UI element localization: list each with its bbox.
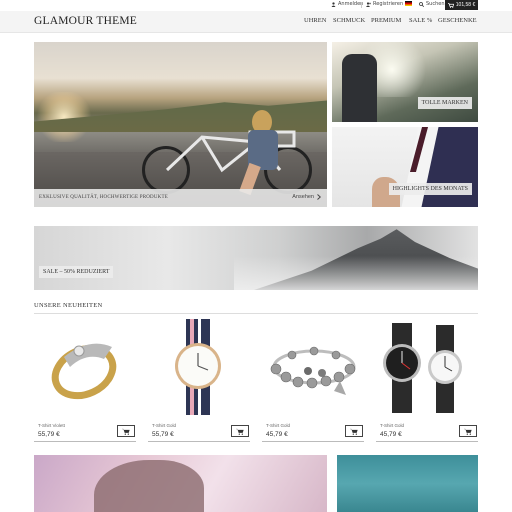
product-name: T-Shirt Gold [266, 423, 291, 428]
hero-rider-image [234, 102, 294, 197]
search-link[interactable]: Suchen [419, 1, 445, 7]
divider [148, 441, 250, 442]
product-card[interactable]: T-Shirt Violett 55,79 € [34, 317, 136, 443]
product-card[interactable]: T-Shirt Gold 45,79 € [262, 317, 364, 443]
register-label: Registrieren [373, 1, 404, 7]
language-selector[interactable] [405, 1, 412, 6]
product-price: 45,79 € [266, 431, 288, 438]
hero-caption-text: EXKLUSIVE QUALITÄT, HOCHWERTIGE PRODUKTE [39, 195, 168, 200]
add-to-cart-button[interactable] [117, 425, 135, 437]
bottom-teaser-left-image [94, 460, 204, 512]
cart-icon [236, 428, 244, 435]
product-image-gold-ring [51, 343, 117, 400]
nav-item-geschenke[interactable]: GESCHENKE [438, 17, 477, 24]
product-price: 45,79 € [380, 431, 402, 438]
search-icon [419, 1, 424, 7]
divider [262, 441, 364, 442]
cart-icon [447, 2, 454, 8]
germany-flag-icon [405, 1, 412, 6]
site-header: GLAMOUR THEME UHREN SCHMUCK PREMIUM SALE… [0, 11, 512, 33]
cart-icon [464, 428, 472, 435]
highlights-tile[interactable]: HIGHLIGHTS DES MONATS [332, 127, 478, 207]
user-add-icon [366, 1, 371, 7]
login-link[interactable]: Anmelden [331, 1, 363, 7]
sale-banner[interactable]: SALE – 50% REDUZIERT [34, 226, 478, 290]
divider [361, 2, 362, 8]
brands-tile[interactable]: TOLLE MARKEN [332, 42, 478, 122]
product-image-watch [175, 319, 221, 415]
hero-caption-bar: EXKLUSIVE QUALITÄT, HOCHWERTIGE PRODUKTE… [34, 189, 327, 207]
add-to-cart-button[interactable] [231, 425, 249, 437]
user-icon [331, 1, 336, 7]
chevron-right-icon [317, 194, 321, 200]
bottom-teaser-right[interactable] [337, 455, 478, 512]
nav-item-sale[interactable]: SALE % [409, 17, 432, 24]
nav-item-schmuck[interactable]: SCHMUCK [333, 17, 365, 24]
product-image-bracelet [270, 346, 356, 395]
product-image-watch-pair [383, 323, 462, 413]
cart-icon [350, 428, 358, 435]
site-logo[interactable]: GLAMOUR THEME [34, 15, 137, 27]
brands-tile-label: TOLLE MARKEN [417, 97, 472, 109]
brands-tile-image [342, 54, 377, 122]
product-name: T-Shirt Gold [152, 423, 177, 428]
product-card[interactable]: T-Shirt Gold 55,79 € [148, 317, 250, 443]
add-to-cart-button[interactable] [459, 425, 477, 437]
sale-banner-label: SALE – 50% REDUZIERT [39, 266, 114, 278]
bottom-teaser-left[interactable] [34, 455, 327, 512]
product-name: T-Shirt Violett [38, 423, 65, 428]
product-price: 55,79 € [152, 431, 174, 438]
highlights-tile-label: HIGHLIGHTS DES MONATS [388, 183, 472, 195]
login-label: Anmelden [338, 1, 364, 7]
new-products-title: UNSERE NEUHEITEN [34, 302, 478, 314]
cart-button[interactable]: 101,58 € [445, 0, 478, 10]
add-to-cart-button[interactable] [345, 425, 363, 437]
hero-main-banner[interactable]: EXKLUSIVE QUALITÄT, HOCHWERTIGE PRODUKTE… [34, 42, 327, 207]
hero-view-link[interactable]: Ansehen [292, 194, 321, 200]
cart-icon [122, 428, 130, 435]
product-card[interactable]: T-Shirt Gold 45,79 € [376, 317, 478, 443]
product-price: 55,79 € [38, 431, 60, 438]
search-label: Suchen [426, 1, 445, 7]
divider [376, 441, 478, 442]
hero-view-label: Ansehen [292, 194, 314, 200]
nav-item-premium[interactable]: PREMIUM [371, 17, 401, 24]
nav-item-uhren[interactable]: UHREN [304, 17, 326, 24]
cart-total: 101,58 € [455, 2, 476, 8]
top-utility-bar: Anmelden Registrieren Suchen 101,58 € [0, 0, 512, 11]
product-name: T-Shirt Gold [380, 423, 405, 428]
register-link[interactable]: Registrieren [366, 1, 403, 7]
divider [34, 441, 136, 442]
